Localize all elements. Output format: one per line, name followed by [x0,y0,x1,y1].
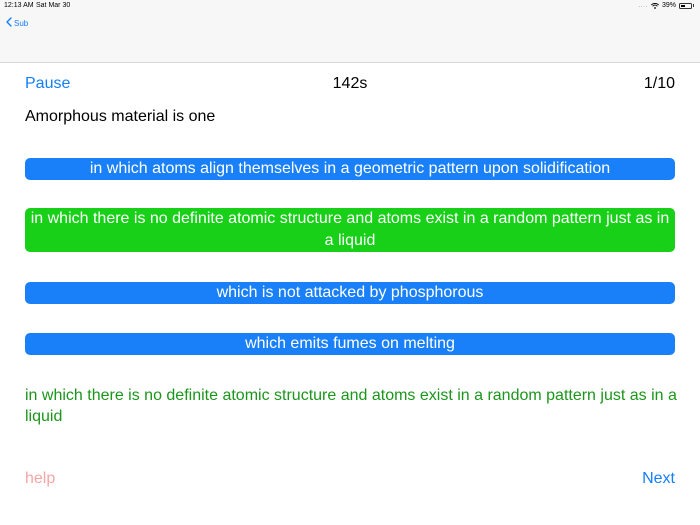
battery-icon [679,2,692,9]
answer-option-1[interactable]: in which atoms align themselves in a geo… [25,158,675,180]
question-counter: 1/10 [643,75,675,92]
correct-answer-text: in which there is no definite atomic str… [25,387,677,425]
status-date: Sat Mar 30 [36,2,71,9]
navigation-bar: Sub [0,12,700,63]
wifi-icon [650,2,660,9]
help-button[interactable]: help [25,470,55,488]
answer-option-2[interactable]: in which there is no definite atomic str… [25,208,675,252]
status-indicators: .... 39% [638,2,694,9]
battery-tip [693,4,694,7]
battery-level [681,4,685,7]
pause-button[interactable]: Pause [25,75,70,93]
quiz-header: 142s Pause 1/10 [25,75,675,97]
question-text: Amorphous material is one [25,108,216,125]
signal-indicator: .... [638,2,648,9]
battery-percent: 39% [661,2,676,9]
status-time: 12:13 AM [4,2,34,9]
back-button-label: Sub [14,18,29,28]
next-button[interactable]: Next [642,470,675,488]
status-bar: 12:13 AM Sat Mar 30 .... 39% [0,0,700,12]
answer-option-3[interactable]: which is not attacked by phosphorous [25,282,675,304]
answer-option-4[interactable]: which emits fumes on melting [25,333,675,355]
back-button[interactable]: Sub [6,17,28,29]
chevron-left-icon [6,17,14,29]
timer: 142s [332,75,368,92]
